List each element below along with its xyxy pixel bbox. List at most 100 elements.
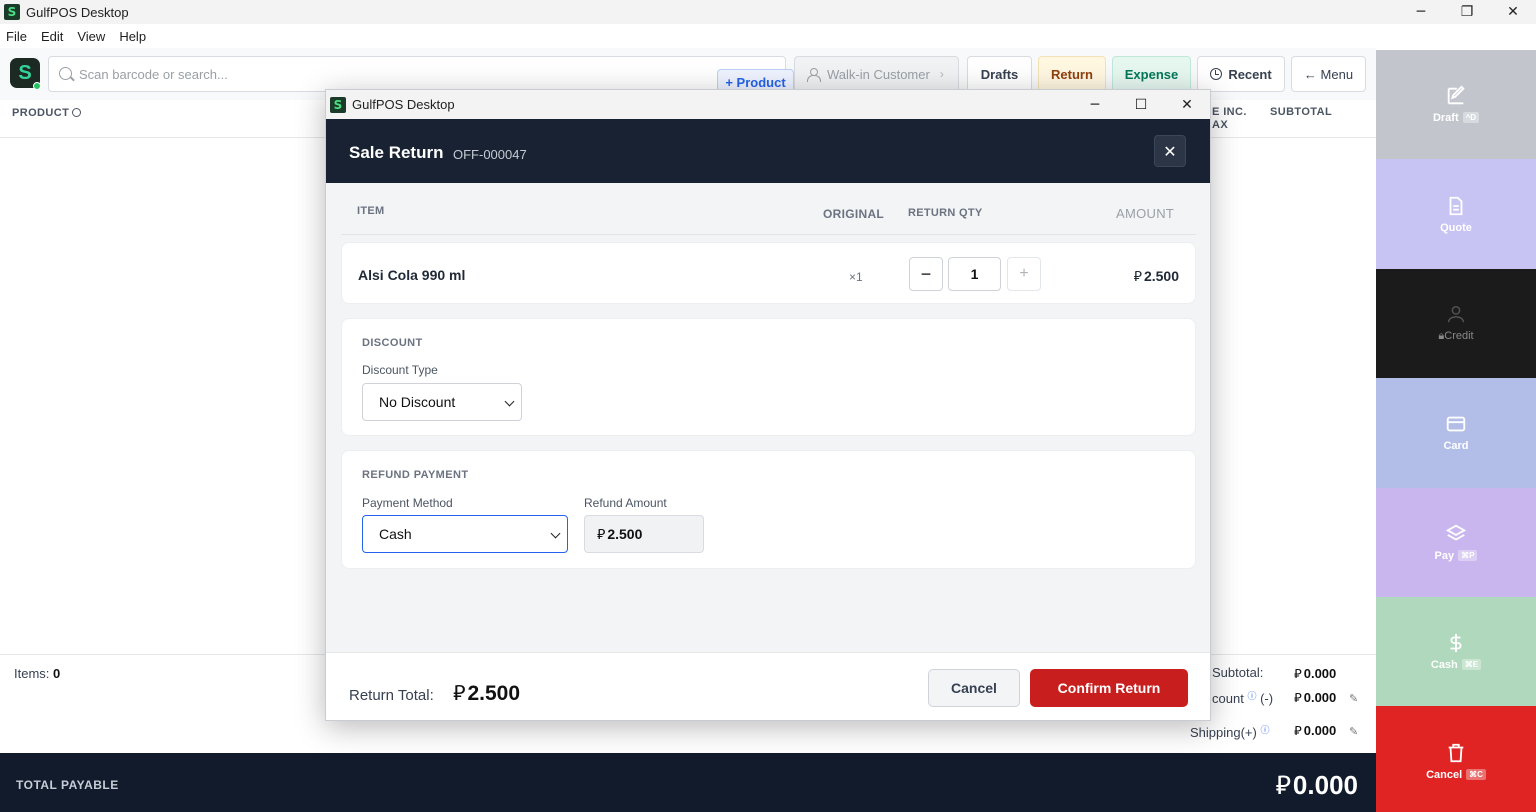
discount-section: DISCOUNT Discount Type No Discount (341, 318, 1196, 436)
item-name: Alsi Cola 990 ml (358, 267, 466, 283)
minimize-button[interactable]: ─ (1398, 0, 1444, 24)
menu-edit[interactable]: Edit (41, 29, 63, 44)
cash-action-button[interactable]: Cash ⌘E (1376, 596, 1536, 707)
window-title: GulfPOS Desktop (26, 4, 129, 20)
action-panel: Draft ^D Quote 🔒︎Credit Card Pay ⌘P Cash ⌘E… (1376, 50, 1536, 812)
cancel-action-button[interactable]: Cancel ⌘C (1376, 706, 1536, 812)
quote-action-button[interactable]: Quote (1376, 159, 1536, 269)
person-icon (1447, 306, 1465, 323)
trash-icon (1448, 743, 1464, 762)
item-original-qty: ×1 (849, 270, 863, 284)
dialog-title: Sale Return (349, 143, 444, 162)
document-icon (1449, 196, 1463, 215)
dialog-footer: Return Total: ⃁2.500 Cancel Confirm Retu… (326, 652, 1210, 720)
chevron-down-icon (504, 396, 515, 407)
col-return-qty: RETURN QTY (908, 207, 983, 219)
discount-label: count ⓘ (-) (1212, 691, 1274, 706)
col-price-inc-tax: E INC. (1212, 106, 1247, 118)
payment-method-select[interactable]: Cash (362, 515, 568, 553)
refund-amount-field: ⃁ 2.500 (584, 515, 704, 553)
return-button[interactable]: Return (1038, 56, 1106, 92)
window-controls: ─ ❐ ✕ (1398, 0, 1536, 24)
card-icon (1446, 417, 1466, 432)
refund-amount-label: Refund Amount (584, 496, 667, 510)
chevron-down-icon (550, 528, 561, 539)
dialog-maximize-button[interactable]: ☐ (1118, 90, 1164, 119)
chevron-right-icon: › (939, 67, 944, 81)
menu-view[interactable]: View (77, 29, 105, 44)
return-qty-input[interactable]: 1 (948, 257, 1001, 291)
search-input[interactable]: Scan barcode or search... + Product (48, 56, 817, 95)
refund-payment-section: REFUND PAYMENT Payment Method Cash Refun… (341, 450, 1196, 569)
dialog-close-window-button[interactable]: ✕ (1164, 90, 1210, 119)
card-action-button[interactable]: Card (1376, 378, 1536, 488)
col-original: ORIGINAL (823, 207, 885, 221)
drafts-button[interactable]: Drafts (967, 56, 1032, 92)
return-total-value: ⃁2.500 (453, 681, 521, 705)
col-item: ITEM (357, 205, 385, 217)
item-amount: ⃁ 2.500 (1133, 268, 1179, 285)
total-payable-label: TOTAL PAYABLE (16, 778, 119, 792)
dialog-close-button[interactable]: ✕ (1154, 135, 1186, 167)
discount-type-label: Discount Type (362, 363, 438, 377)
close-button[interactable]: ✕ (1490, 0, 1536, 24)
qty-decrease-button[interactable]: − (909, 257, 943, 291)
total-payable-value: ⃁0.000 (1275, 770, 1358, 801)
col-price-inc-tax-2: AX (1212, 119, 1229, 131)
app-icon: S (4, 4, 20, 20)
col-product: PRODUCT (12, 107, 82, 119)
clock-icon (1210, 68, 1223, 80)
qty-increase-button[interactable]: + (1007, 257, 1041, 291)
dialog-app-icon: S (330, 96, 346, 113)
dollar-icon (1450, 633, 1462, 653)
menu-help[interactable]: Help (119, 29, 146, 44)
column-divider (341, 234, 1196, 235)
cancel-button[interactable]: Cancel (928, 669, 1020, 707)
search-placeholder: Scan barcode or search... (79, 67, 228, 82)
edit-icon (1447, 85, 1465, 105)
sale-return-dialog: S GulfPOS Desktop ─ ☐ ✕ Sale Return OFF-… (325, 89, 1211, 721)
dialog-window-title: GulfPOS Desktop (352, 97, 455, 112)
edit-shipping-icon[interactable]: ✎ (1349, 725, 1358, 738)
dialog-titlebar: S GulfPOS Desktop ─ ☐ ✕ (326, 90, 1210, 119)
menu-button[interactable]: ← Menu (1291, 56, 1366, 92)
shipping-value: ⃁ 0.000 (1294, 723, 1337, 739)
discount-type-select[interactable]: No Discount (362, 383, 522, 421)
items-count: Items: 0 (14, 666, 61, 681)
expense-button[interactable]: Expense (1112, 56, 1191, 92)
pay-action-button[interactable]: Pay ⌘P (1376, 487, 1536, 597)
col-subtotal: SUBTOTAL (1270, 106, 1333, 118)
recent-button[interactable]: Recent (1197, 56, 1285, 92)
online-status-dot (33, 82, 41, 90)
payment-method-label: Payment Method (362, 496, 453, 510)
layers-icon (1445, 524, 1467, 541)
dialog-minimize-button[interactable]: ─ (1072, 90, 1118, 119)
total-payable-bar: TOTAL PAYABLE ⃁0.000 (0, 753, 1376, 812)
discount-value: ⃁ 0.000 (1294, 690, 1337, 706)
col-amount: AMOUNT (1116, 206, 1175, 221)
dialog-header: Sale Return OFF-000047 ✕ (326, 119, 1210, 183)
customer-selector[interactable]: Walk-in Customer › (794, 56, 959, 92)
menu-bar: File Edit View Help (0, 24, 1536, 48)
confirm-return-button[interactable]: Confirm Return (1030, 669, 1188, 707)
shipping-label: Shipping(+) ⓘ (1190, 725, 1270, 740)
edit-discount-icon[interactable]: ✎ (1349, 692, 1358, 705)
recent-label: Recent (1228, 66, 1272, 82)
credit-action-button[interactable]: 🔒︎Credit (1376, 268, 1536, 379)
search-icon (59, 67, 72, 80)
discount-section-title: DISCOUNT (362, 337, 423, 349)
subtotal-value: ⃁ 0.000 (1294, 666, 1337, 682)
window-titlebar: S GulfPOS Desktop ─ ❐ ✕ (0, 0, 1536, 24)
return-item-row: Alsi Cola 990 ml ×1 − 1 + ⃁ 2.500 (341, 242, 1196, 304)
refund-section-title: REFUND PAYMENT (362, 469, 469, 481)
subtotal-label: Subtotal: (1212, 665, 1264, 680)
return-total-label: Return Total: (349, 687, 434, 704)
info-icon (72, 108, 82, 117)
customer-name: Walk-in Customer (827, 66, 930, 82)
invoice-reference: OFF-000047 (453, 147, 527, 162)
maximize-button[interactable]: ❐ (1444, 0, 1490, 24)
dialog-window-controls: ─ ☐ ✕ (1072, 90, 1210, 119)
menu-file[interactable]: File (6, 29, 27, 44)
person-icon (807, 67, 821, 82)
draft-action-button[interactable]: Draft ^D (1376, 50, 1536, 160)
